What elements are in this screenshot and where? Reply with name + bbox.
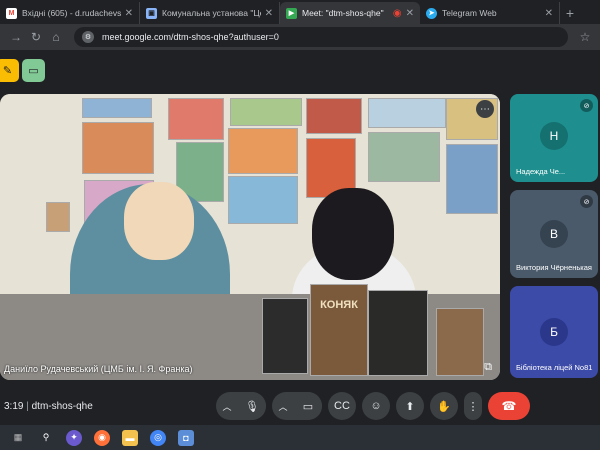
- close-icon[interactable]: ✕: [125, 8, 133, 19]
- site-info-icon[interactable]: ⚙: [82, 31, 94, 43]
- tab-document[interactable]: ▣ Комунальна установа "Центр ✕: [140, 2, 280, 24]
- camera-icon[interactable]: ▭: [294, 392, 322, 420]
- bookmark-star-icon[interactable]: ☆: [576, 30, 594, 44]
- recording-dot-icon: ◉: [392, 7, 402, 19]
- end-call-button[interactable]: ☎: [488, 392, 530, 420]
- painting: [46, 202, 70, 232]
- chevron-up-icon[interactable]: ︿: [216, 392, 238, 420]
- participant-name: Бібліотека ліцей No81: [516, 363, 593, 372]
- search-icon[interactable]: ⚲: [38, 430, 54, 446]
- camera-control: ︿ ▭: [272, 392, 322, 420]
- copilot-icon[interactable]: ✦: [66, 429, 82, 446]
- person-right-head: [312, 188, 394, 280]
- raise-hand-icon[interactable]: ✋: [430, 392, 458, 420]
- close-icon[interactable]: ✕: [406, 8, 414, 19]
- mic-off-icon: ⊘: [580, 195, 593, 208]
- participant-tile[interactable]: Б Бібліотека ліцей No81: [510, 286, 598, 378]
- document-icon: ▣: [146, 7, 157, 19]
- painting: [368, 132, 440, 182]
- url-text: meet.google.com/dtm-shos-qhe?authuser=0: [102, 32, 279, 42]
- firefox-icon[interactable]: ◉: [94, 429, 110, 446]
- tab-meet[interactable]: ▶ Meet: "dtm-shos-qhe" ◉ ✕: [280, 2, 420, 24]
- url-input[interactable]: ⚙ meet.google.com/dtm-shos-qhe?authuser=…: [74, 27, 568, 47]
- person-left-head: [124, 182, 194, 260]
- home-icon[interactable]: ⌂: [46, 30, 66, 44]
- browser-tab-bar: M Вхідні (605) - d.rudachevskyi@ ✕ ▣ Ком…: [0, 0, 600, 24]
- present-screen-icon[interactable]: ⬆: [396, 392, 424, 420]
- participant-tile[interactable]: ⊘ Н Надежда Че...: [510, 94, 598, 182]
- reload-icon[interactable]: ↻: [26, 30, 46, 44]
- tab-label: Комунальна установа "Центр: [162, 8, 261, 18]
- meeting-time: 3:19: [4, 400, 24, 412]
- crop-icon[interactable]: ⧉: [484, 361, 492, 374]
- painting: [168, 98, 224, 140]
- painting: [446, 144, 498, 214]
- participant-name: Надежда Че...: [516, 167, 566, 176]
- layout-icon[interactable]: ▭: [22, 59, 45, 82]
- taskbar: ▦ ⚲ ✦ ◉ ▬ ◎ ◘: [0, 425, 600, 450]
- painting: [368, 98, 446, 128]
- main-video-tile[interactable]: КОНЯК ⋯ Даниїло Рудачевський (ЦМБ ім. І.…: [0, 94, 500, 380]
- book: [436, 308, 484, 376]
- tab-telegram[interactable]: ➤ Telegram Web ✕: [420, 2, 560, 24]
- file-explorer-icon[interactable]: ▬: [122, 429, 138, 446]
- close-icon[interactable]: ✕: [265, 8, 273, 19]
- meet-window: ✎ ▭ КОНЯК ⋯ Даниїло Рудачевський (ЦМБ ім…: [0, 50, 600, 425]
- mic-off-icon: ⊘: [580, 99, 593, 112]
- meet-icon: ▶: [286, 7, 297, 19]
- book: [262, 298, 308, 374]
- more-options-icon[interactable]: ⋮: [464, 392, 482, 420]
- more-options-icon[interactable]: ⋯: [476, 100, 494, 118]
- painting: [228, 128, 298, 174]
- emoji-icon[interactable]: ☺: [362, 392, 390, 420]
- avatar: В: [540, 220, 568, 248]
- book: КОНЯК: [310, 284, 368, 376]
- participant-name: Виктория Чёрненькая: [516, 263, 592, 272]
- microphone-icon[interactable]: 🎙: [238, 392, 266, 420]
- painting: [230, 98, 302, 126]
- telegram-icon: ➤: [426, 7, 437, 19]
- book: [368, 290, 428, 376]
- forward-icon[interactable]: →: [6, 30, 26, 44]
- avatar: Н: [540, 122, 568, 150]
- tab-label: Вхідні (605) - d.rudachevskyi@: [22, 8, 121, 18]
- chrome-icon[interactable]: ◎: [150, 429, 166, 446]
- mic-control: ︿ 🎙: [216, 392, 266, 420]
- camera-app-icon[interactable]: ◘: [178, 429, 194, 446]
- painting: [82, 122, 154, 174]
- meeting-controls-bar: 3:19 | dtm-shos-qhe ︿ 🎙 ︿ ▭ CC ☺ ⬆ ✋ ⋮ ☎: [0, 386, 600, 426]
- painting: [228, 176, 298, 224]
- avatar: Б: [540, 318, 568, 346]
- controls-group: ︿ 🎙 ︿ ▭ CC ☺ ⬆ ✋ ⋮ ☎: [216, 392, 530, 420]
- highlight-icon[interactable]: ✎: [0, 59, 19, 82]
- address-bar: → ↻ ⌂ ⚙ meet.google.com/dtm-shos-qhe?aut…: [0, 24, 600, 50]
- windows-start-icon[interactable]: ▦: [10, 430, 26, 446]
- tab-label: Meet: "dtm-shos-qhe": [302, 8, 384, 18]
- speaker-caption: Даниїло Рудачевський (ЦМБ ім. І. Я. Фран…: [4, 364, 193, 374]
- painting: [82, 98, 152, 118]
- meeting-code: dtm-shos-qhe: [31, 400, 93, 412]
- chevron-up-icon[interactable]: ︿: [272, 392, 294, 420]
- gmail-icon: M: [6, 7, 17, 19]
- tab-gmail[interactable]: M Вхідні (605) - d.rudachevskyi@ ✕: [0, 2, 140, 24]
- painting: [306, 98, 362, 134]
- new-tab-button[interactable]: +: [560, 2, 580, 24]
- participant-tile[interactable]: ⊘ В Виктория Чёрненькая: [510, 190, 598, 278]
- close-icon[interactable]: ✕: [545, 8, 553, 19]
- tab-label: Telegram Web: [442, 8, 497, 18]
- captions-icon[interactable]: CC: [328, 392, 356, 420]
